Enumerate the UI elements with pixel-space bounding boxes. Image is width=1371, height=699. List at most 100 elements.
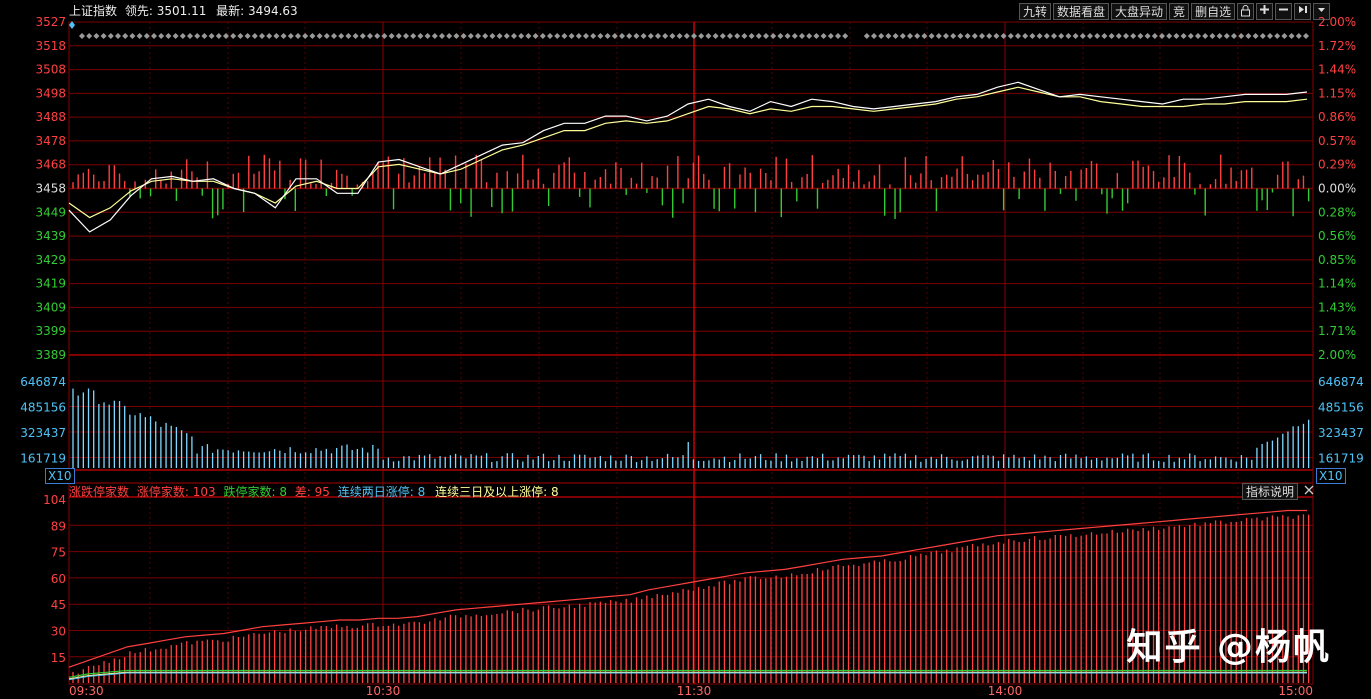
event-marker-icon (712, 33, 719, 39)
intraday-chart-window: 上证指数 领先: 3501.11 最新: 3494.63 九转 数据看盘 大盘异… (0, 0, 1371, 699)
event-marker-icon (1202, 33, 1209, 39)
event-marker-icon (683, 33, 690, 39)
event-marker-icon (669, 33, 676, 39)
event-marker-icon (993, 33, 1000, 39)
percent-tick-label: 2.00% (1318, 15, 1356, 29)
percent-tick-label: 0.57% (1318, 134, 1356, 148)
event-marker-icon (1137, 33, 1144, 39)
indicator-tick-label: 75 (51, 546, 66, 560)
event-marker-icon (518, 33, 525, 39)
event-marker-icon (1303, 33, 1309, 39)
volume-multiplier-left: X10 (45, 468, 75, 484)
event-marker-icon (719, 33, 726, 39)
event-marker-icon (554, 33, 561, 39)
percent-tick-label: 0.29% (1318, 158, 1356, 172)
event-marker-icon (899, 33, 906, 39)
chart-canvas[interactable]: 3527 3518 3508 3498 3488 3478 3468 3458 3449 3439… (0, 0, 1371, 699)
indicator-help-button[interactable]: 指标说明 (1242, 483, 1299, 500)
event-marker-icon (215, 33, 222, 39)
indicator-tick-label: 104 (43, 493, 66, 507)
event-marker-icon (424, 33, 431, 39)
time-tick-label: 15:00 (1278, 684, 1313, 698)
event-marker-icon (136, 33, 143, 39)
event-marker-icon (352, 33, 359, 39)
event-marker-icon (597, 33, 604, 39)
event-marker-icon (1130, 33, 1137, 39)
event-marker-icon (201, 33, 208, 39)
event-marker-icon (935, 33, 942, 39)
event-marker-icon (561, 33, 568, 39)
event-marker-icon (647, 33, 654, 39)
two-day-value: 8 (417, 485, 426, 499)
event-marker-icon (359, 33, 366, 39)
event-marker-icon (532, 33, 539, 39)
event-marker-icon (979, 33, 985, 39)
price-tick-label: 3419 (35, 277, 66, 291)
event-marker-icon (539, 33, 546, 39)
event-marker-icon (957, 33, 964, 39)
event-marker-icon (943, 33, 949, 39)
event-marker-icon (431, 33, 438, 39)
event-marker-icon (1043, 33, 1050, 39)
event-marker-icon (374, 33, 381, 39)
event-marker-icon (388, 33, 395, 39)
volume-multiplier-right: X10 (1316, 468, 1346, 484)
event-marker-icon (1180, 33, 1187, 39)
event-marker-icon (1223, 33, 1230, 39)
event-marker-icon (496, 33, 503, 39)
event-marker-icon (547, 33, 553, 39)
event-marker-icon (129, 33, 136, 39)
volume-tick-label: 161719 (1318, 452, 1364, 466)
up-limit-label: 涨停家数: (136, 485, 189, 499)
price-tick-label: 3458 (35, 182, 66, 196)
close-icon[interactable] (1302, 482, 1316, 496)
event-marker-icon (417, 33, 424, 39)
event-marker-icon (316, 33, 323, 39)
event-marker-icon (676, 33, 683, 39)
price-lines (68, 81, 1308, 233)
event-marker-icon (986, 33, 993, 39)
event-marker-icon (784, 33, 791, 39)
event-marker-icon (151, 33, 157, 39)
event-marker-icon (1000, 33, 1007, 39)
volume-bars (72, 388, 1310, 468)
chart-grid (68, 21, 1314, 685)
indicator-header: 涨跌停家数 涨停家数: 103 跌停家数: 8 差: 95 连续两日涨停: 8 … (69, 485, 559, 499)
event-marker-icon (928, 33, 935, 39)
event-marker-icon (791, 33, 798, 39)
event-marker-icon (813, 33, 820, 39)
percent-tick-label: 1.15% (1318, 86, 1356, 100)
event-marker-icon (691, 33, 697, 39)
event-marker-icon (172, 33, 179, 39)
event-marker-icon (165, 33, 172, 39)
event-marker-icon (964, 33, 971, 39)
volume-tick-label: 485156 (1318, 401, 1364, 415)
event-marker-icon (1209, 33, 1216, 39)
event-marker-icon (626, 33, 633, 39)
indicator-tick-label: 45 (51, 598, 66, 612)
event-marker-icon (287, 33, 294, 39)
event-marker-icon (1151, 33, 1158, 39)
event-marker-icon (799, 33, 805, 39)
event-marker-icon (705, 33, 712, 39)
event-marker-icon (1245, 33, 1252, 39)
watermark: 知乎 @杨帆 (1126, 627, 1331, 668)
event-marker-icon (1022, 33, 1029, 39)
event-marker-icon (115, 33, 121, 39)
event-marker-icon (568, 33, 575, 39)
event-marker-icon (878, 33, 885, 39)
event-marker-icon (230, 33, 237, 39)
event-marker-icon (1274, 33, 1281, 39)
event-marker-icon (640, 33, 647, 39)
event-marker-icon (842, 33, 849, 39)
event-marker-icon (1166, 33, 1173, 39)
event-marker-icon (748, 33, 755, 39)
event-marker-icon (604, 33, 611, 39)
limit-count-bars (72, 514, 1310, 683)
percent-tick-label: 0.56% (1318, 229, 1356, 243)
event-marker-icon (93, 33, 100, 39)
event-marker-icon (1231, 33, 1237, 39)
indicator-tick-label: 60 (51, 572, 66, 586)
event-marker-icon (194, 33, 201, 39)
event-marker-icon (698, 33, 705, 39)
